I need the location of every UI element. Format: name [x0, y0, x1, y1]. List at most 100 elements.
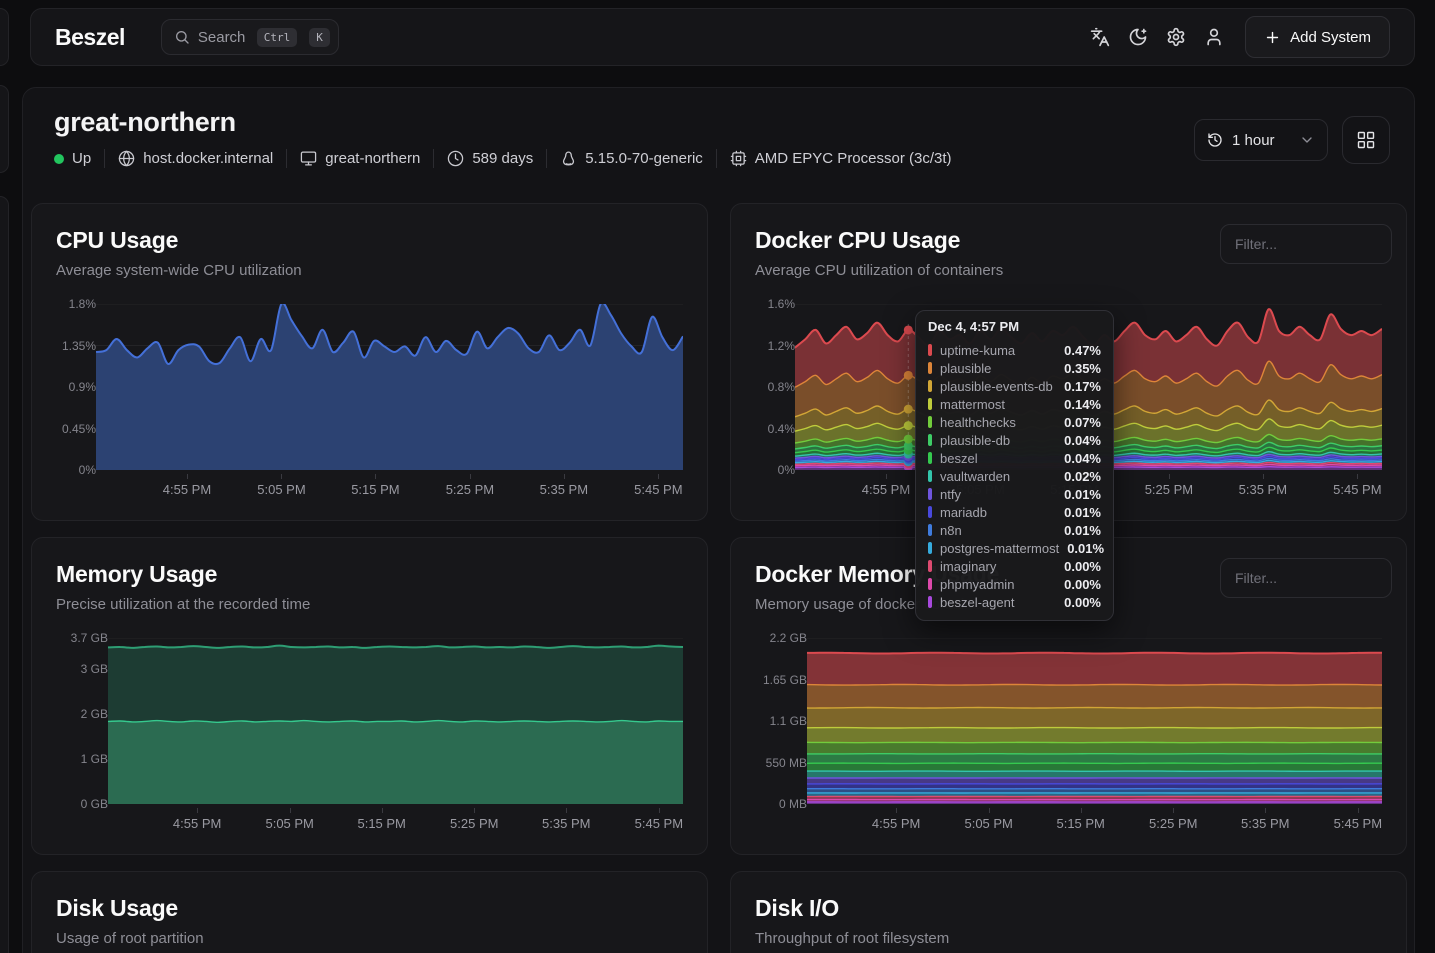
series-name: beszel-agent	[940, 595, 1056, 610]
series-name: imaginary	[940, 559, 1056, 574]
disk-usage-card: Disk Usage Usage of root partition	[31, 871, 708, 953]
globe-icon	[118, 150, 135, 167]
cpu-model-item: AMD EPYC Processor (3c/3t)	[730, 150, 952, 167]
memory-plot-area	[108, 638, 683, 804]
kernel-label: 5.15.0-70-generic	[585, 150, 703, 167]
series-color-chip	[928, 542, 932, 554]
system-header: great-northern Up host.docker.internal	[23, 88, 1414, 168]
series-name: vaultwarden	[940, 469, 1056, 484]
series-color-chip	[928, 344, 932, 356]
series-value: 0.07%	[1064, 415, 1101, 430]
series-value: 0.14%	[1064, 397, 1101, 412]
cpu-y-axis: 1.8%1.35%0.9%0.45%0%	[56, 304, 96, 470]
tooltip-row: mattermost0.14%	[928, 395, 1101, 413]
series-color-chip	[928, 362, 932, 374]
cpu-model-label: AMD EPYC Processor (3c/3t)	[755, 150, 952, 167]
series-name: n8n	[940, 523, 1056, 538]
disk-usage-title: Disk Usage	[56, 894, 683, 922]
offscreen-card-fragment-middle	[0, 85, 9, 173]
meta-divider	[433, 149, 434, 168]
tooltip-row: plausible-db 0.04%	[928, 431, 1101, 449]
settings-button[interactable]	[1157, 18, 1195, 56]
layout-grid-icon	[1356, 130, 1376, 150]
series-name: uptime-kuma	[940, 343, 1056, 358]
tooltip-row: mariadb0.01%	[928, 503, 1101, 521]
series-color-chip	[928, 416, 932, 428]
beszel-logo[interactable]: Beszel	[55, 24, 125, 51]
series-color-chip	[928, 578, 932, 590]
time-range-select[interactable]: 1 hour	[1194, 119, 1328, 161]
series-value: 0.04%	[1064, 433, 1101, 448]
series-value: 0.01%	[1067, 541, 1104, 556]
cpu-plot-area	[96, 304, 683, 470]
tooltip-timestamp: Dec 4, 4:57 PM	[928, 319, 1101, 334]
series-value: 0.00%	[1064, 595, 1101, 610]
series-value: 0.02%	[1064, 469, 1101, 484]
series-name: mariadb	[940, 505, 1056, 520]
languages-icon	[1090, 27, 1110, 47]
series-name: beszel	[940, 451, 1056, 466]
series-name: plausible	[940, 361, 1056, 376]
tooltip-row: postgres-mattermost0.01%	[928, 539, 1101, 557]
offscreen-card-fragment-top	[0, 8, 9, 66]
navbar: Beszel Search Ctrl K Add System	[30, 8, 1415, 66]
hostname-item: host.docker.internal	[118, 150, 273, 167]
uptime-item: 589 days	[447, 150, 533, 167]
series-value: 0.17%	[1064, 379, 1101, 394]
series-name: plausible-db	[940, 433, 1056, 448]
series-value: 0.01%	[1064, 487, 1101, 502]
offscreen-card-fragment-bottom	[0, 196, 9, 953]
status-up-dot	[54, 154, 64, 164]
tooltip-row: beszel 0.04%	[928, 449, 1101, 467]
memory-usage-card: Memory Usage Precise utilization at the …	[31, 537, 708, 855]
docker-memory-x-axis: 4:55 PM5:05 PM5:15 PM5:25 PM5:35 PM5:45 …	[807, 808, 1382, 834]
series-color-chip	[928, 398, 932, 410]
layout-grid-button[interactable]	[1342, 116, 1390, 164]
tooltip-row: uptime-kuma 0.47%	[928, 341, 1101, 359]
series-value: 0.00%	[1064, 559, 1101, 574]
tooltip-row: beszel-agent 0.00%	[928, 593, 1101, 611]
cpu-usage-card: CPU Usage Average system-wide CPU utiliz…	[31, 203, 708, 521]
memory-usage-chart[interactable]: 3.7 GB3 GB2 GB1 GB0 GB 4:55 PM5:05 PM5:1…	[56, 638, 683, 834]
docker-cpu-subtitle: Average CPU utilization of containers	[755, 262, 1382, 280]
clock-icon	[447, 150, 464, 167]
add-system-button[interactable]: Add System	[1245, 16, 1390, 58]
docker-memory-chart[interactable]: 2.2 GB1.65 GB1.1 GB550 MB0 MB 4:55 PM5:0…	[755, 638, 1382, 834]
user-menu-button[interactable]	[1195, 18, 1233, 56]
cpu-x-axis: 4:55 PM5:05 PM5:15 PM5:25 PM5:35 PM5:45 …	[96, 474, 683, 500]
chevron-down-icon	[1299, 132, 1315, 148]
series-value: 0.01%	[1064, 523, 1101, 538]
series-name: phpmyadmin	[940, 577, 1056, 592]
search-label: Search	[198, 29, 249, 46]
series-color-chip	[928, 380, 932, 392]
tooltip-row: plausible 0.35%	[928, 359, 1101, 377]
series-value: 0.47%	[1064, 343, 1101, 358]
memory-usage-subtitle: Precise utilization at the recorded time	[56, 596, 683, 614]
docker-cpu-y-axis: 1.6%1.2%0.8%0.4%0%	[755, 304, 795, 470]
meta-divider	[546, 149, 547, 168]
kbd-ctrl: Ctrl	[257, 28, 298, 47]
system-name-label: great-northern	[325, 150, 420, 167]
disk-io-title: Disk I/O	[755, 894, 1382, 922]
series-color-chip	[928, 452, 932, 464]
status-label: Up	[72, 150, 91, 167]
series-color-chip	[928, 524, 932, 536]
series-name: ntfy	[940, 487, 1056, 502]
series-name: healthchecks	[940, 415, 1056, 430]
system-name-item: great-northern	[300, 150, 420, 167]
series-value: 0.35%	[1064, 361, 1101, 376]
hostname-label: host.docker.internal	[143, 150, 273, 167]
series-color-chip	[928, 434, 932, 446]
docker-cpu-filter-input[interactable]	[1220, 224, 1392, 264]
search-input[interactable]: Search Ctrl K	[161, 19, 339, 55]
docker-memory-filter-input[interactable]	[1220, 558, 1392, 598]
theme-toggle-button[interactable]	[1119, 18, 1157, 56]
monitor-icon	[300, 150, 317, 167]
meta-divider	[716, 149, 717, 168]
tooltip-row: ntfy 0.01%	[928, 485, 1101, 503]
cpu-usage-chart[interactable]: 1.8%1.35%0.9%0.45%0% 4:55 PM5:05 PM5:15 …	[56, 304, 683, 500]
disk-io-card: Disk I/O Throughput of root filesystem	[730, 871, 1407, 953]
language-button[interactable]	[1081, 18, 1119, 56]
series-value: 0.04%	[1064, 451, 1101, 466]
tooltip-row: healthchecks 0.07%	[928, 413, 1101, 431]
